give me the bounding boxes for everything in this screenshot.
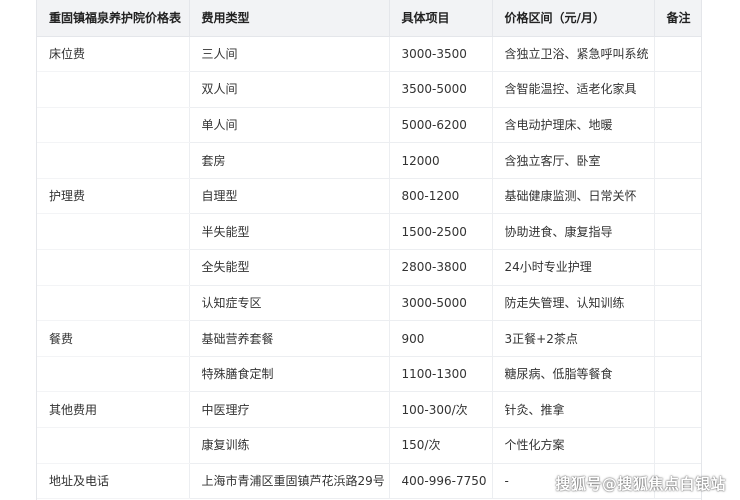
fee-type-cell: 认知症专区 — [189, 285, 390, 322]
remarks-cell — [654, 178, 701, 215]
remarks-cell — [654, 142, 701, 179]
price-range-cell: 针灸、推拿 — [492, 391, 655, 429]
fee-type-cell: 自理型 — [189, 178, 390, 215]
item-cell: 2800-3800 — [389, 249, 493, 286]
column-header-fee-type: 费用类型 — [189, 0, 390, 37]
item-cell: 1100-1300 — [389, 356, 493, 393]
fee-type-cell: 基础营养套餐 — [189, 320, 390, 357]
category-cell — [37, 142, 190, 179]
category-cell: 餐费 — [37, 320, 190, 357]
remarks-cell — [654, 320, 701, 357]
category-cell: 地址及电话 — [37, 463, 190, 500]
fee-type-cell: 三人间 — [189, 36, 390, 73]
price-range-cell: 含独立客厅、卧室 — [492, 142, 655, 179]
table-row: 康复训练 150/次 个性化方案 — [37, 427, 701, 464]
column-header-remarks: 备注 — [654, 0, 701, 37]
price-range-cell: 协助进食、康复指导 — [492, 213, 655, 251]
fee-type-cell: 特殊膳食定制 — [189, 356, 390, 393]
remarks-cell — [654, 391, 701, 429]
column-header-price-range: 价格区间（元/月） — [492, 0, 655, 37]
category-cell — [37, 249, 190, 286]
column-header-title: 重固镇福泉养护院价格表 — [37, 0, 190, 37]
remarks-cell — [654, 427, 701, 464]
fee-type-cell: 上海市青浦区重固镇芦花浜路29号 — [189, 463, 390, 500]
remarks-cell — [654, 107, 701, 144]
category-cell — [37, 71, 190, 108]
category-cell — [37, 356, 190, 393]
price-range-cell: 3正餐+2茶点 — [492, 320, 655, 357]
category-cell — [37, 107, 190, 144]
category-cell: 护理费 — [37, 178, 190, 215]
fee-type-cell: 套房 — [189, 142, 390, 179]
watermark: 搜狐号@搜狐焦点白银站 — [555, 475, 726, 493]
remarks-cell — [654, 285, 701, 322]
remarks-cell — [654, 356, 701, 393]
item-cell: 900 — [389, 320, 493, 357]
category-cell: 其他费用 — [37, 391, 190, 429]
remarks-cell — [654, 36, 701, 73]
table-header-row: 重固镇福泉养护院价格表 费用类型 具体项目 价格区间（元/月） 备注 — [37, 0, 701, 37]
item-cell: 400-996-7750 — [389, 463, 493, 500]
price-range-cell: 含电动护理床、地暖 — [492, 107, 655, 144]
table-row: 餐费 基础营养套餐 900 3正餐+2茶点 — [37, 320, 701, 357]
fee-type-cell: 双人间 — [189, 71, 390, 108]
price-range-cell: 含智能温控、适老化家具 — [492, 71, 655, 108]
price-range-cell: 24小时专业护理 — [492, 249, 655, 286]
table-row: 半失能型 1500-2500 协助进食、康复指导 — [37, 213, 701, 251]
item-cell: 100-300/次 — [389, 391, 493, 429]
category-cell — [37, 213, 190, 251]
fee-type-cell: 单人间 — [189, 107, 390, 144]
category-cell: 床位费 — [37, 36, 190, 73]
table-row: 全失能型 2800-3800 24小时专业护理 — [37, 249, 701, 286]
table-row: 认知症专区 3000-5000 防走失管理、认知训练 — [37, 285, 701, 322]
table-row: 双人间 3500-5000 含智能温控、适老化家具 — [37, 71, 701, 108]
category-cell — [37, 285, 190, 322]
item-cell: 3000-5000 — [389, 285, 493, 322]
price-table-container: 重固镇福泉养护院价格表 费用类型 具体项目 价格区间（元/月） 备注 床位费 三人… — [36, 0, 702, 500]
price-range-cell: 防走失管理、认知训练 — [492, 285, 655, 322]
fee-type-cell: 全失能型 — [189, 249, 390, 286]
table-row: 套房 12000 含独立客厅、卧室 — [37, 142, 701, 179]
table-row: 单人间 5000-6200 含电动护理床、地暖 — [37, 107, 701, 144]
price-range-cell: 含独立卫浴、紧急呼叫系统 — [492, 36, 655, 73]
table-row: 特殊膳食定制 1100-1300 糖尿病、低脂等餐食 — [37, 356, 701, 393]
remarks-cell — [654, 213, 701, 251]
item-cell: 150/次 — [389, 427, 493, 464]
item-cell: 3500-5000 — [389, 71, 493, 108]
column-header-item: 具体项目 — [389, 0, 493, 37]
price-range-cell: 基础健康监测、日常关怀 — [492, 178, 655, 215]
remarks-cell — [654, 71, 701, 108]
item-cell: 12000 — [389, 142, 493, 179]
fee-type-cell: 康复训练 — [189, 427, 390, 464]
item-cell: 3000-3500 — [389, 36, 493, 73]
item-cell: 1500-2500 — [389, 213, 493, 251]
price-range-cell: 糖尿病、低脂等餐食 — [492, 356, 655, 393]
item-cell: 5000-6200 — [389, 107, 493, 144]
item-cell: 800-1200 — [389, 178, 493, 215]
table-row: 护理费 自理型 800-1200 基础健康监测、日常关怀 — [37, 178, 701, 215]
remarks-cell — [654, 249, 701, 286]
fee-type-cell: 中医理疗 — [189, 391, 390, 429]
table-row: 床位费 三人间 3000-3500 含独立卫浴、紧急呼叫系统 — [37, 36, 701, 73]
price-range-cell: 个性化方案 — [492, 427, 655, 464]
table-row: 其他费用 中医理疗 100-300/次 针灸、推拿 — [37, 391, 701, 429]
price-table: 重固镇福泉养护院价格表 费用类型 具体项目 价格区间（元/月） 备注 床位费 三人… — [37, 0, 701, 500]
category-cell — [37, 427, 190, 464]
fee-type-cell: 半失能型 — [189, 213, 390, 251]
